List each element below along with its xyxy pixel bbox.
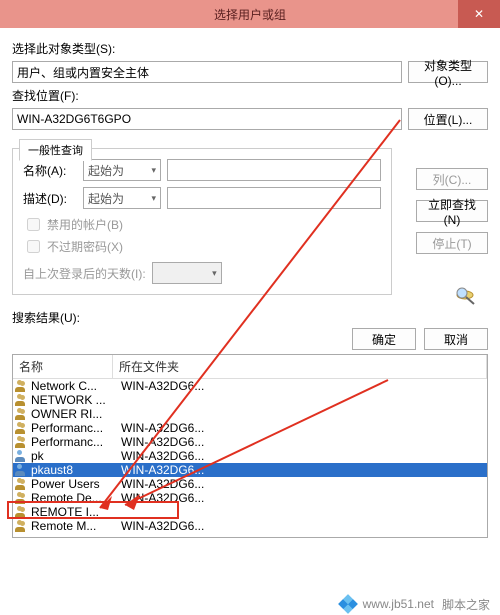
object-type-field[interactable]	[12, 61, 402, 83]
cell-name: NETWORK ...	[31, 393, 115, 407]
last-login-label: 自上次登录后的天数(I):	[23, 265, 146, 282]
cell-folder: WIN-A32DG6...	[115, 519, 487, 533]
table-row[interactable]: pkaust8WIN-A32DG6...	[13, 463, 487, 477]
cell-name: Remote De...	[31, 491, 115, 505]
logo-icon	[338, 594, 358, 614]
group-icon	[15, 380, 29, 392]
user-icon	[15, 450, 29, 462]
watermark: www.jb51.net 脚本之家	[0, 593, 500, 615]
object-type-button[interactable]: 对象类型(O)...	[408, 61, 488, 83]
cell-folder: WIN-A32DG6...	[115, 463, 487, 477]
cell-name: pkaust8	[31, 463, 115, 477]
cell-folder: WIN-A32DG6...	[115, 421, 487, 435]
desc-input[interactable]	[167, 187, 381, 209]
object-type-label: 选择此对象类型(S):	[12, 40, 115, 57]
last-login-select: ▾	[152, 262, 222, 284]
cell-folder: WIN-A32DG6...	[115, 477, 487, 491]
chevron-down-icon: ▾	[151, 193, 156, 204]
table-row[interactable]: pkWIN-A32DG6...	[13, 449, 487, 463]
cell-name: REMOTE I...	[31, 505, 115, 519]
ok-button[interactable]: 确定	[352, 328, 416, 350]
results-table[interactable]: 名称 所在文件夹 Network C...WIN-A32DG6...NETWOR…	[12, 354, 488, 538]
name-label: 名称(A):	[23, 162, 77, 179]
cell-name: Performanc...	[31, 421, 115, 435]
table-row[interactable]: Network C...WIN-A32DG6...	[13, 379, 487, 393]
location-button[interactable]: 位置(L)...	[408, 108, 488, 130]
cell-folder: WIN-A32DG6...	[115, 435, 487, 449]
chevron-down-icon: ▾	[212, 268, 217, 279]
table-row[interactable]: Performanc...WIN-A32DG6...	[13, 435, 487, 449]
location-field[interactable]	[12, 108, 402, 130]
col-name[interactable]: 名称	[13, 355, 113, 378]
search-results-label: 搜索结果(U):	[12, 309, 488, 326]
cancel-button[interactable]: 取消	[424, 328, 488, 350]
common-query-tab[interactable]: 一般性查询	[19, 139, 92, 161]
cell-name: Power Users	[31, 477, 115, 491]
cell-name: Network C...	[31, 379, 115, 393]
group-icon	[15, 478, 29, 490]
name-input[interactable]	[167, 159, 381, 181]
location-label: 查找位置(F):	[12, 87, 79, 104]
title-bar: 选择用户或组 ✕	[0, 0, 500, 28]
window-title: 选择用户或组	[214, 6, 286, 23]
group-icon	[15, 408, 29, 420]
disabled-accounts-check[interactable]: 禁用的帐户(B)	[23, 215, 381, 234]
cell-folder: WIN-A32DG6...	[115, 491, 487, 505]
close-button[interactable]: ✕	[458, 0, 500, 28]
chevron-down-icon: ▾	[151, 165, 156, 176]
group-icon	[15, 436, 29, 448]
table-row[interactable]: OWNER RI...	[13, 407, 487, 421]
close-icon: ✕	[474, 7, 484, 21]
stop-button[interactable]: 停止(T)	[416, 232, 488, 254]
table-row[interactable]: Remote De...WIN-A32DG6...	[13, 491, 487, 505]
group-icon	[15, 520, 29, 532]
user-icon	[15, 464, 29, 476]
table-row[interactable]: NETWORK ...	[13, 393, 487, 407]
cell-name: OWNER RI...	[31, 407, 115, 421]
cell-name: Performanc...	[31, 435, 115, 449]
cell-folder: WIN-A32DG6...	[115, 449, 487, 463]
find-now-button[interactable]: 立即查找(N)	[416, 200, 488, 222]
table-header[interactable]: 名称 所在文件夹	[13, 355, 487, 379]
cell-folder: WIN-A32DG6...	[115, 379, 487, 393]
no-expire-check[interactable]: 不过期密码(X)	[23, 237, 381, 256]
group-icon	[15, 492, 29, 504]
group-icon	[15, 394, 29, 406]
name-op-select[interactable]: 起始为▾	[83, 159, 161, 181]
table-row[interactable]: Performanc...WIN-A32DG6...	[13, 421, 487, 435]
desc-op-select[interactable]: 起始为▾	[83, 187, 161, 209]
columns-button[interactable]: 列(C)...	[416, 168, 488, 190]
group-icon	[15, 506, 29, 518]
group-icon	[15, 422, 29, 434]
magnifier-icon	[452, 284, 482, 306]
table-row[interactable]: Remote M...WIN-A32DG6...	[13, 519, 487, 533]
desc-label: 描述(D):	[23, 190, 77, 207]
cell-name: pk	[31, 449, 115, 463]
col-folder[interactable]: 所在文件夹	[113, 355, 487, 378]
common-query-group: 一般性查询 名称(A): 起始为▾ 描述(D): 起始为▾ 禁用的帐户(B) 不…	[12, 148, 392, 295]
table-row[interactable]: Power UsersWIN-A32DG6...	[13, 477, 487, 491]
table-row[interactable]: REMOTE I...	[13, 505, 487, 519]
cell-name: Remote M...	[31, 519, 115, 533]
